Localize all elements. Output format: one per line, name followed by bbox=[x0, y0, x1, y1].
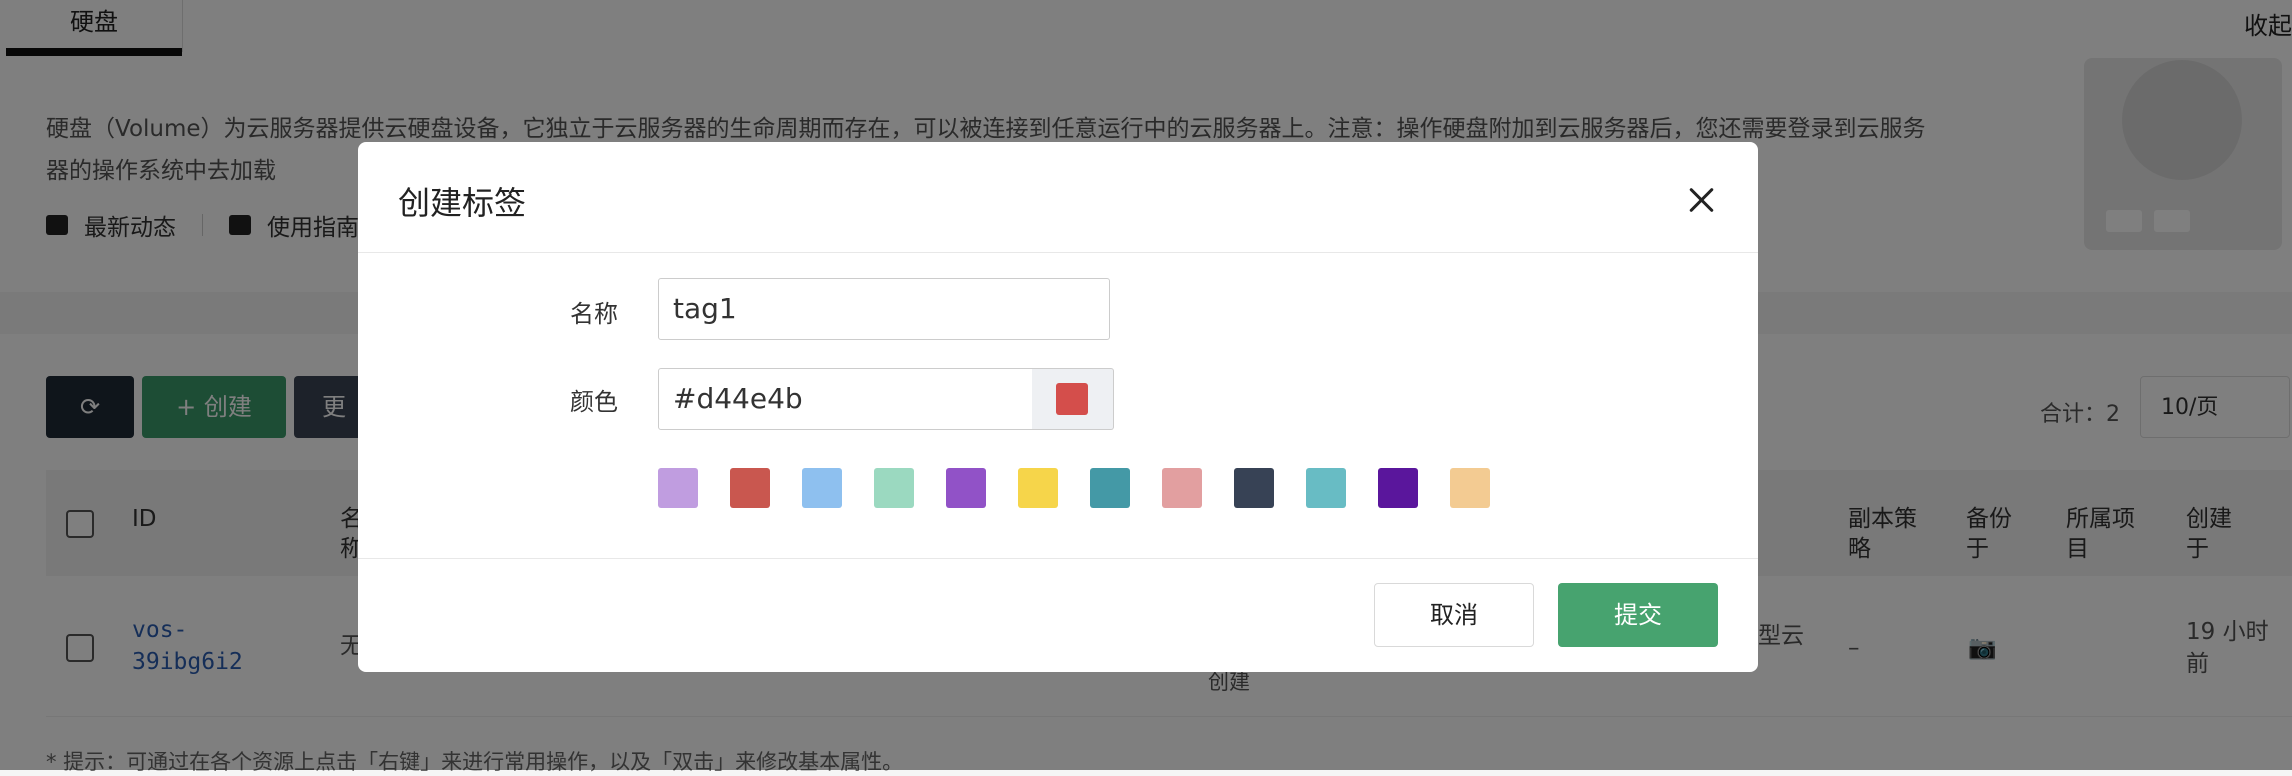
color-swatch[interactable] bbox=[874, 468, 914, 508]
color-swatch[interactable] bbox=[946, 468, 986, 508]
color-swatch[interactable] bbox=[1234, 468, 1274, 508]
color-swatch[interactable] bbox=[1090, 468, 1130, 508]
color-swatch[interactable] bbox=[1450, 468, 1490, 508]
color-swatch[interactable] bbox=[1162, 468, 1202, 508]
selected-color-swatch bbox=[1056, 383, 1088, 415]
color-hex-input[interactable]: #d44e4b bbox=[658, 368, 1034, 430]
color-picker-button[interactable] bbox=[1032, 368, 1114, 430]
tag-name-input[interactable]: tag1 bbox=[658, 278, 1110, 340]
cancel-button[interactable]: 取消 bbox=[1374, 583, 1534, 647]
color-swatch[interactable] bbox=[1378, 468, 1418, 508]
close-icon[interactable] bbox=[1684, 182, 1720, 218]
color-swatch[interactable] bbox=[802, 468, 842, 508]
color-swatch[interactable] bbox=[730, 468, 770, 508]
color-swatch[interactable] bbox=[1306, 468, 1346, 508]
name-label: 名称 bbox=[570, 300, 618, 328]
dialog-footer: 取消 提交 bbox=[358, 558, 1758, 672]
color-swatch[interactable] bbox=[658, 468, 698, 508]
dialog-title: 创建标签 bbox=[398, 184, 527, 222]
color-label: 颜色 bbox=[570, 388, 618, 416]
submit-button[interactable]: 提交 bbox=[1558, 583, 1718, 647]
dialog-header: 创建标签 bbox=[358, 142, 1758, 253]
color-swatch[interactable] bbox=[1018, 468, 1058, 508]
create-tag-dialog: 创建标签 名称 tag1 颜色 #d44e4b 取消 提交 bbox=[358, 142, 1758, 672]
